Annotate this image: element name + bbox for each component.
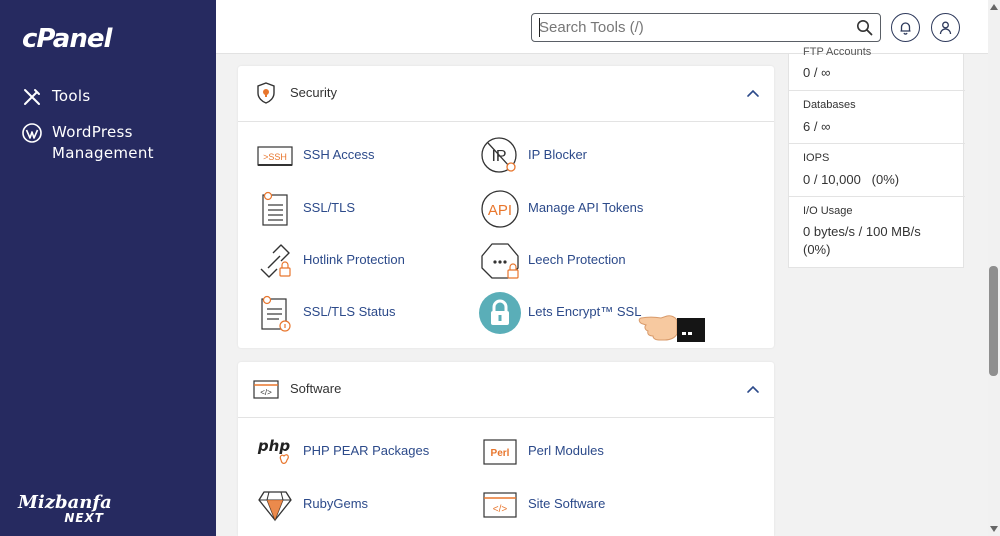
chevron-up-icon[interactable] [746, 86, 760, 100]
perl-icon: Perl [478, 430, 522, 474]
mizbanfa-logo: Mizbanfa NEXT [18, 492, 118, 525]
svg-text:Perl: Perl [491, 448, 510, 459]
tool-lets-encrypt-ssl[interactable]: Lets Encrypt™ SSL [478, 291, 641, 335]
software-code-icon: </> [253, 380, 279, 399]
stat-value: 0 / 10,000 (0%) [803, 172, 900, 187]
tool-ssl-tls[interactable]: SSL/TLS [253, 187, 355, 231]
ip-blocker-icon: IP [478, 134, 522, 178]
tool-ssl-tls-status[interactable]: SSL/TLS Status [253, 291, 396, 335]
lets-encrypt-lock-icon [478, 291, 522, 335]
tool-perl-modules[interactable]: Perl Perl Modules [478, 430, 604, 474]
ruby-gem-icon [253, 483, 297, 527]
user-icon [939, 21, 952, 35]
sidebar-item-tools[interactable]: Tools [22, 86, 90, 107]
shield-icon [257, 82, 275, 104]
php-pear-icon: php [253, 430, 297, 474]
user-account-button[interactable] [931, 13, 960, 42]
stat-row-databases: Databases 6 / ∞ [789, 91, 965, 144]
stat-label: Databases [803, 99, 856, 111]
tool-ssh-access[interactable]: >SSH SSH Access [253, 134, 375, 178]
site-software-icon: </> [478, 483, 522, 527]
tool-label: SSL/TLS Status [303, 304, 396, 319]
cpanel-logo[interactable]: cPanel [22, 24, 112, 54]
security-panel-header[interactable]: Security [238, 66, 774, 122]
tool-rubygems[interactable]: RubyGems [253, 483, 368, 527]
stat-value: 0 bytes/s / 100 MB/s (0%) [803, 224, 921, 257]
svg-text:</>: </> [260, 388, 272, 397]
notifications-button[interactable] [891, 13, 920, 42]
bell-icon [900, 22, 911, 35]
tool-label: Site Software [528, 496, 606, 511]
ssl-status-icon [253, 291, 297, 335]
scroll-up-icon[interactable] [990, 4, 998, 10]
software-panel: </> Software php PHP PEAR Packages Perl … [238, 362, 774, 536]
scrollbar[interactable] [988, 0, 1000, 536]
tool-label: SSH Access [303, 147, 375, 162]
sidebar-item-label: Tools [52, 87, 91, 105]
stat-row-ftp-accounts: FTP Accounts 0 / ∞ [789, 46, 965, 91]
text-caret [539, 18, 540, 37]
svg-text:php: php [257, 437, 290, 455]
statistics-panel: FTP Accounts 0 / ∞ Databases 6 / ∞ IOPS … [788, 46, 965, 268]
stat-label: I/O Usage [803, 205, 853, 217]
stat-row-iops: IOPS 0 / 10,000 (0%) [789, 144, 965, 197]
scroll-down-icon[interactable] [990, 526, 998, 532]
tool-label: Hotlink Protection [303, 252, 405, 267]
tool-manage-api-tokens[interactable]: API Manage API Tokens [478, 187, 643, 231]
stat-value: 6 / ∞ [803, 119, 831, 134]
svg-text:API: API [488, 202, 512, 219]
sidebar-item-wordpress[interactable]: WordPress Management [22, 122, 154, 164]
tool-label: Lets Encrypt™ SSL [528, 304, 642, 319]
security-title: Security [290, 85, 337, 100]
stat-value: 0 / ∞ [803, 65, 831, 80]
search-placeholder: Search Tools (/) [539, 19, 644, 36]
tool-ip-blocker[interactable]: IP IP Blocker [478, 134, 587, 178]
sidebar: cPanel Tools WordPress Management Mizban… [0, 0, 216, 536]
tool-leech-protection[interactable]: Leech Protection [478, 239, 626, 283]
tool-label: IP Blocker [528, 147, 588, 162]
svg-text:</>: </> [493, 504, 508, 515]
tool-label: Perl Modules [528, 443, 604, 458]
tool-label: SSL/TLS [303, 200, 356, 215]
tool-site-software[interactable]: </> Site Software [478, 483, 605, 527]
certificate-icon [253, 187, 297, 231]
hotlink-icon [253, 239, 297, 283]
svg-text:IP: IP [491, 148, 506, 165]
stat-row-io-usage: I/O Usage 0 bytes/s / 100 MB/s (0%) [789, 197, 965, 268]
tool-label: Manage API Tokens [528, 200, 644, 215]
stat-label: FTP Accounts [803, 46, 872, 58]
brand-tag: NEXT [64, 511, 104, 525]
search-icon[interactable] [856, 19, 873, 36]
sidebar-item-label: WordPress Management [52, 123, 154, 162]
api-token-icon: API [478, 187, 522, 231]
pointing-hand-icon [638, 315, 705, 342]
software-title: Software [290, 381, 342, 396]
svg-text:>SSH: >SSH [263, 152, 287, 162]
brand-name: Mizbanfa [18, 492, 112, 513]
leech-icon [478, 239, 522, 283]
chevron-up-icon[interactable] [746, 382, 760, 396]
tool-label: PHP PEAR Packages [303, 443, 430, 458]
top-bar: Search Tools (/) [216, 0, 988, 54]
tools-icon [24, 89, 40, 105]
tool-php-pear-packages[interactable]: php PHP PEAR Packages [253, 430, 429, 474]
tool-label: RubyGems [303, 496, 369, 511]
scrollbar-thumb[interactable] [989, 266, 998, 376]
ssh-icon: >SSH [253, 134, 297, 178]
tool-label: Leech Protection [528, 252, 626, 267]
software-panel-header[interactable]: </> Software [238, 362, 774, 418]
search-input[interactable]: Search Tools (/) [531, 13, 881, 42]
tool-hotlink-protection[interactable]: Hotlink Protection [253, 239, 405, 283]
wordpress-icon [22, 123, 42, 143]
stat-label: IOPS [803, 152, 830, 164]
